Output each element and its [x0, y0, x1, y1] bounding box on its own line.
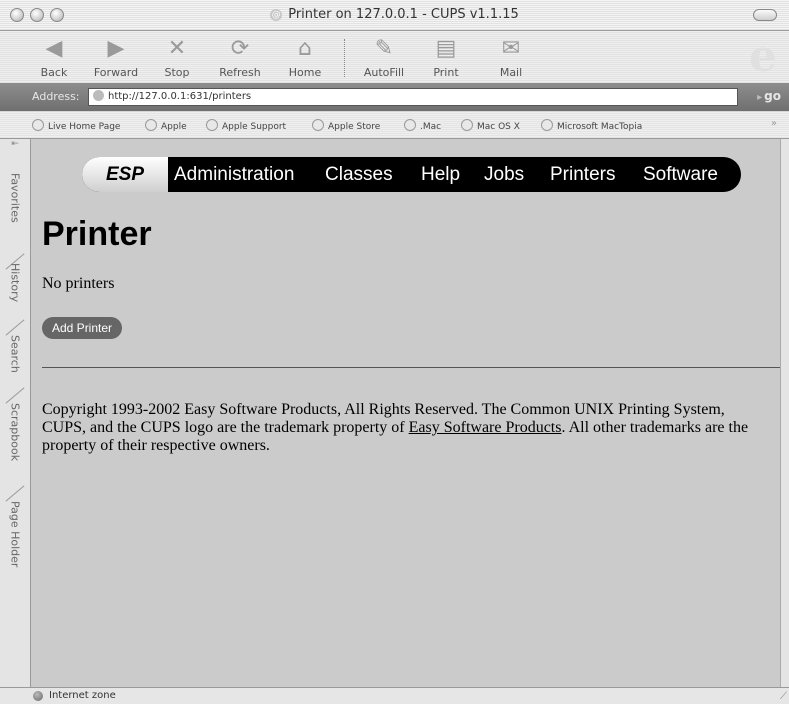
scrollbar-track[interactable] [780, 139, 789, 687]
home-button[interactable]: ⌂ Home [284, 35, 326, 79]
favorite-icon [145, 119, 157, 131]
print-button[interactable]: ▤ Print [428, 35, 464, 79]
explorer-bar-toggle-icon[interactable]: ⇤ [2, 139, 28, 151]
resize-grip-icon[interactable]: ⟋ [780, 691, 787, 702]
favorite-apple-store[interactable]: Apple Store [312, 119, 380, 132]
title-bar: @ Printer on 127.0.0.1 - CUPS v1.1.15 [0, 0, 789, 31]
tab-favorites[interactable]: Favorites [2, 173, 28, 253]
autofill-icon: ✎ [374, 36, 394, 61]
favorite-icon [32, 119, 44, 131]
forward-arrow-icon: ▶ [107, 36, 125, 61]
nav-printers[interactable]: Printers [550, 157, 615, 192]
go-arrow-icon: ▸ [757, 92, 763, 103]
favorite-apple-support[interactable]: Apple Support [206, 119, 286, 132]
mail-button[interactable]: ✉ Mail [494, 35, 528, 79]
add-printer-button[interactable]: Add Printer [42, 317, 123, 339]
page-content: ESP Administration Classes Help Jobs Pri… [31, 139, 780, 687]
tab-page-holder[interactable]: Page Holder [2, 501, 28, 593]
nav-help[interactable]: Help [421, 157, 460, 192]
page-title: Printer [42, 215, 152, 253]
favorite-icon [206, 119, 218, 131]
favorite-icon [541, 119, 553, 131]
internet-zone-globe-icon [33, 691, 43, 701]
stop-button[interactable]: ✕ Stop [160, 35, 194, 79]
favorite-icon [404, 119, 416, 131]
favorite-icon [312, 119, 324, 131]
tab-scrapbook[interactable]: Scrapbook [2, 403, 28, 487]
nav-jobs[interactable]: Jobs [484, 157, 524, 192]
tab-history[interactable]: History [2, 263, 28, 327]
favorite-live-home-page[interactable]: Live Home Page [32, 119, 120, 132]
status-bar: Internet zone ⟋ [0, 687, 789, 704]
no-printers-message: No printers [42, 275, 115, 292]
tab-search[interactable]: Search [2, 335, 28, 393]
horizontal-rule [42, 367, 780, 368]
window-title: @ Printer on 127.0.0.1 - CUPS v1.1.15 [270, 7, 519, 22]
address-input[interactable]: http://127.0.0.1:631/printers [88, 88, 738, 106]
cups-navbar: ESP Administration Classes Help Jobs Pri… [82, 157, 741, 192]
page-icon [93, 90, 104, 101]
forward-button[interactable]: ▶ Forward [88, 35, 144, 79]
browser-window: @ Printer on 127.0.0.1 - CUPS v1.1.15 ◀ B… [0, 0, 789, 704]
favorite-mac-os-x[interactable]: Mac OS X [461, 119, 520, 132]
back-button[interactable]: ◀ Back [34, 35, 74, 79]
status-text: Internet zone [49, 690, 116, 701]
explorer-bar-tabs: ⇤ Favorites History Search Scrapbook Pag… [0, 139, 31, 687]
internet-explorer-logo-icon: e [749, 31, 777, 82]
refresh-icon: ⟳ [230, 36, 250, 61]
favorites-bar: Live Home Page Apple Apple Support Apple… [0, 112, 789, 139]
stop-x-icon: ✕ [167, 36, 187, 61]
nav-classes[interactable]: Classes [325, 157, 393, 192]
back-arrow-icon: ◀ [45, 36, 63, 61]
favorite-apple[interactable]: Apple [145, 119, 187, 132]
tab-divider [5, 485, 25, 502]
favorite-microsoft-mactopia[interactable]: Microsoft MacTopia [541, 119, 642, 132]
esp-logo-link[interactable]: ESP [82, 157, 168, 192]
favorite-icon [461, 119, 473, 131]
toolbar: ◀ Back ▶ Forward ✕ Stop ⟳ Refresh ⌂ Home… [0, 31, 789, 83]
address-label: Address: [32, 90, 80, 103]
toolbar-toggle-button[interactable] [753, 9, 777, 21]
toolbar-separator [344, 39, 345, 77]
address-bar: Address: http://127.0.0.1:631/printers ▸… [0, 83, 789, 111]
printer-icon: ▤ [435, 36, 457, 61]
easy-software-products-link[interactable]: Easy Software Products [409, 419, 562, 436]
home-icon: ⌂ [298, 36, 312, 61]
favorites-overflow-icon[interactable]: » [771, 118, 777, 129]
favorite-dot-mac[interactable]: .Mac [404, 119, 441, 132]
go-button[interactable]: ▸ go [757, 89, 781, 103]
copyright-text: Copyright 1993-2002 Easy Software Produc… [42, 401, 749, 454]
at-icon: @ [270, 9, 283, 21]
refresh-button[interactable]: ⟳ Refresh [214, 35, 266, 79]
nav-software[interactable]: Software [643, 157, 718, 192]
autofill-button[interactable]: ✎ AutoFill [356, 35, 412, 79]
nav-administration[interactable]: Administration [174, 157, 294, 192]
mail-icon: ✉ [501, 36, 521, 61]
